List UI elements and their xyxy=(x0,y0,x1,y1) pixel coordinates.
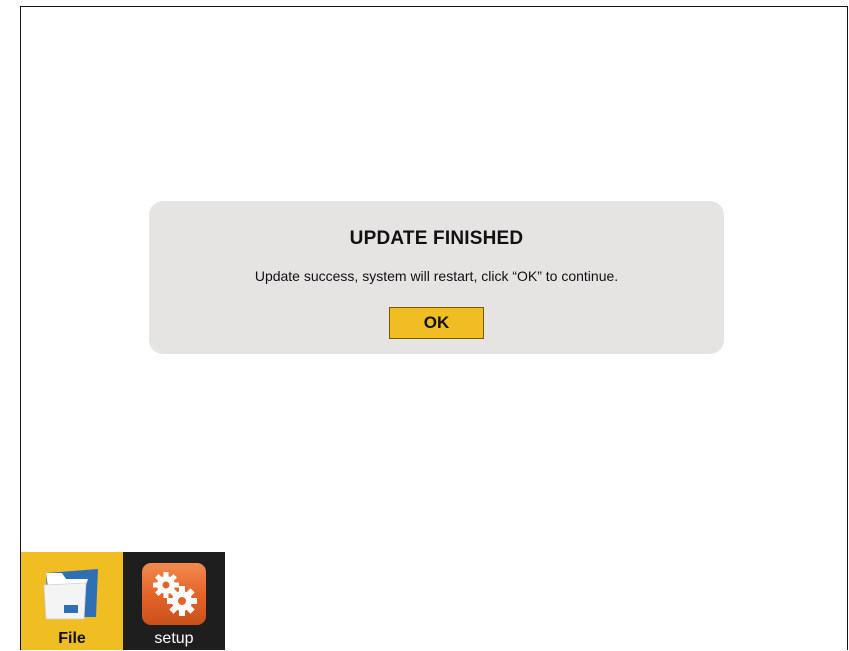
dialog-message: Update success, system will restart, cli… xyxy=(254,268,619,284)
update-dialog: UPDATE FINISHED Update success, system w… xyxy=(149,201,724,354)
folder-icon xyxy=(43,569,98,620)
taskbar-item-file[interactable]: File xyxy=(21,552,123,650)
taskbar-item-file-label: File xyxy=(58,630,86,647)
taskbar: File setup xyxy=(21,552,225,650)
device-screen: UPDATE FINISHED Update success, system w… xyxy=(20,6,848,650)
dialog-title: UPDATE FINISHED xyxy=(349,228,524,249)
gears-icon xyxy=(142,563,206,625)
taskbar-item-setup-label: setup xyxy=(154,630,194,647)
taskbar-item-setup[interactable]: setup xyxy=(123,552,225,650)
ok-button[interactable]: OK xyxy=(389,307,484,339)
